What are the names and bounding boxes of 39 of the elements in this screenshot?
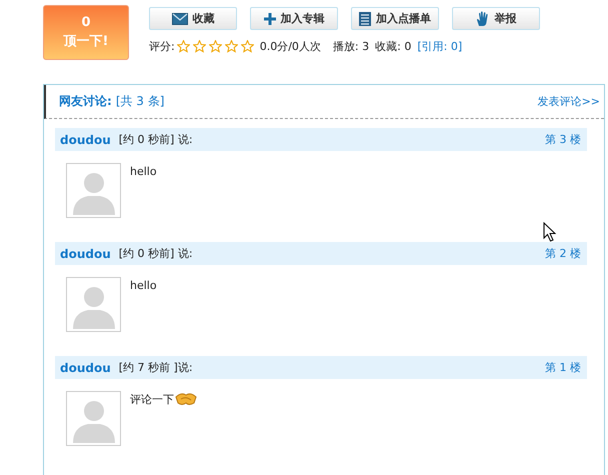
username-link[interactable]: doudou	[60, 360, 111, 374]
favorite-count: 收藏: 0	[375, 39, 412, 54]
action-button[interactable]: 加入点播单	[351, 7, 439, 30]
comment-count: [共 3 条]	[116, 93, 164, 110]
avatar	[66, 163, 121, 218]
envelope-icon	[172, 12, 188, 24]
floor-number: 第 1 楼	[545, 360, 581, 375]
star-icon[interactable]	[176, 40, 190, 53]
star-icon[interactable]	[208, 40, 222, 53]
star-icon[interactable]	[192, 40, 206, 53]
action-button[interactable]: 加入专辑	[250, 7, 338, 30]
vote-label: 顶一下!	[64, 33, 108, 50]
avatar	[66, 391, 121, 446]
rating-label: 评分:	[149, 39, 175, 54]
play-count: 播放: 3	[332, 39, 370, 54]
star-icon[interactable]	[240, 40, 254, 53]
comment-time: [约 0 秒前] 说:	[118, 246, 193, 261]
list-icon	[359, 12, 371, 26]
username-link[interactable]: doudou	[60, 132, 111, 146]
comment-text: hello	[130, 164, 157, 178]
comment-text: hello	[130, 278, 157, 292]
cursor-icon	[543, 222, 557, 242]
username-link[interactable]: doudou	[60, 246, 111, 260]
floor-number: 第 3 楼	[545, 132, 581, 147]
action-button[interactable]: 收藏	[149, 7, 237, 30]
vote-count: 0	[81, 15, 91, 30]
comment-text: 评论一下	[130, 392, 174, 406]
avatar	[66, 277, 121, 332]
cite-link[interactable]: [引用: 0]	[417, 39, 462, 54]
discussion-title: 网友讨论:	[59, 93, 112, 110]
star-icon[interactable]	[224, 40, 238, 53]
rating-text: 0.0分/0人次	[260, 39, 321, 54]
floor-number: 第 2 楼	[545, 246, 581, 261]
action-button[interactable]: 举报	[452, 7, 540, 30]
plus-icon	[264, 12, 276, 24]
comment-time: [约 0 秒前] 说:	[118, 132, 193, 147]
hand-icon	[476, 10, 490, 26]
comment-time: [约 7 秒前 ]说:	[118, 360, 193, 375]
post-comment-link[interactable]: 发表评论>>	[538, 94, 600, 109]
